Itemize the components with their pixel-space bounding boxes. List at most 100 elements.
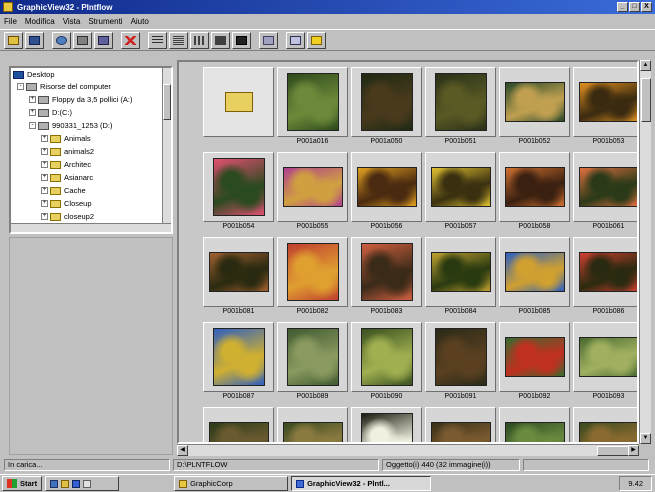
image-thumbnail[interactable]: P001b082: [277, 237, 348, 315]
image-thumbnail[interactable]: P001b083: [351, 237, 422, 315]
task-graphiccorp[interactable]: GraphicCorp: [174, 476, 289, 491]
tree-item-cache[interactable]: + Cache: [41, 185, 86, 196]
image-thumbnail[interactable]: P001b055: [277, 152, 348, 230]
tree-item-closeup[interactable]: + Closeup: [41, 198, 92, 209]
image-thumbnail[interactable]: P001b053: [573, 67, 637, 145]
tree-item-computer[interactable]: - Risorse del computer: [17, 81, 111, 92]
collapse-toggle[interactable]: -: [29, 122, 36, 129]
tree-item-architec[interactable]: + Architec: [41, 159, 91, 170]
ie-icon[interactable]: [72, 479, 81, 488]
zoom-button[interactable]: [52, 31, 71, 49]
tree-item-drive-d[interactable]: - 990331_1253 (D:): [29, 120, 112, 131]
image-thumbnail[interactable]: P001b091: [425, 322, 496, 400]
image-thumbnail[interactable]: P001b057: [425, 152, 496, 230]
scroll-left-button[interactable]: ◀: [177, 445, 188, 456]
minimize-button[interactable]: _: [617, 2, 628, 12]
sort-button[interactable]: [148, 31, 167, 49]
expand-toggle[interactable]: +: [29, 96, 36, 103]
image-thumbnail[interactable]: [425, 407, 496, 442]
explorer-icon[interactable]: [61, 479, 70, 488]
desktop-icon[interactable]: [50, 479, 59, 488]
scroll-down-button[interactable]: ▼: [640, 433, 651, 444]
tree-horizontal-scrollbar[interactable]: [11, 223, 171, 232]
tree-item-desktop[interactable]: Desktop: [13, 69, 55, 80]
image-thumbnail[interactable]: P001b093: [573, 322, 637, 400]
sort-icon: [152, 35, 163, 45]
expand-toggle[interactable]: +: [41, 174, 48, 181]
expand-toggle[interactable]: +: [41, 135, 48, 142]
details-view-button[interactable]: [169, 31, 188, 49]
image-thumbnail[interactable]: [351, 407, 422, 442]
expand-toggle[interactable]: +: [41, 148, 48, 155]
list-view-button[interactable]: [190, 31, 209, 49]
expand-toggle[interactable]: +: [29, 109, 36, 116]
image-thumbnail[interactable]: P001b054: [203, 152, 274, 230]
open-button[interactable]: [4, 31, 23, 49]
slideshow-button[interactable]: [259, 31, 278, 49]
image-thumbnail[interactable]: P001b084: [425, 237, 496, 315]
image-thumbnail[interactable]: [277, 407, 348, 442]
thumbnail-frame: [277, 237, 348, 307]
expand-toggle[interactable]: +: [41, 213, 48, 220]
large-icons-button[interactable]: [232, 31, 251, 49]
task-graphicview[interactable]: GraphicView32 - Plntl...: [291, 476, 432, 491]
folder-tree[interactable]: Desktop - Risorse del computer + Floppy …: [9, 66, 173, 234]
image-thumbnail[interactable]: P001a016: [277, 67, 348, 145]
scroll-up-button[interactable]: ▲: [640, 60, 651, 71]
menu-aiuto[interactable]: Aiuto: [131, 17, 149, 26]
image-thumbnail[interactable]: P001b092: [499, 322, 570, 400]
mail-icon[interactable]: [83, 479, 92, 488]
expand-toggle[interactable]: +: [41, 200, 48, 207]
start-button[interactable]: Start: [2, 476, 43, 491]
scroll-right-button[interactable]: ▶: [628, 445, 639, 456]
tree-item-drive-c[interactable]: + D:(C:): [29, 107, 72, 118]
tree-item-animals[interactable]: + Animals: [41, 133, 91, 144]
image-thumbnail[interactable]: [573, 407, 637, 442]
thumbnail-grid[interactable]: P001a016 P001a050 P001b051 P001b052 P001b053…: [177, 60, 639, 444]
image-thumbnail[interactable]: P001b089: [277, 322, 348, 400]
small-icons-button[interactable]: [211, 31, 230, 49]
image-thumbnail[interactable]: P001b061: [573, 152, 637, 230]
menu-modifica[interactable]: Modifica: [25, 17, 55, 26]
tree-item-floppy[interactable]: + Floppy da 3,5 pollici (A:): [29, 94, 132, 105]
grid-scroll-thumb[interactable]: [641, 78, 651, 122]
thumbnail-frame: [573, 407, 637, 442]
image-thumbnail[interactable]: P001b052: [499, 67, 570, 145]
maximize-button[interactable]: □: [629, 2, 640, 12]
collapse-toggle[interactable]: -: [17, 83, 24, 90]
delete-button[interactable]: [121, 31, 140, 49]
image-thumbnail[interactable]: P001b081: [203, 237, 274, 315]
image-thumbnail[interactable]: P001b085: [499, 237, 570, 315]
close-button[interactable]: X: [641, 2, 652, 12]
image-thumbnail[interactable]: [203, 407, 274, 442]
browse-button[interactable]: [25, 31, 44, 49]
grid-vertical-scrollbar[interactable]: ▲ ▼: [639, 60, 651, 444]
tree-item-closeup2[interactable]: + closeup2: [41, 211, 94, 222]
image-thumbnail[interactable]: [499, 407, 570, 442]
image-thumbnail[interactable]: P001b051: [425, 67, 496, 145]
image-thumbnail[interactable]: P001b090: [351, 322, 422, 400]
expand-toggle[interactable]: +: [41, 187, 48, 194]
properties-button[interactable]: [286, 31, 305, 49]
grid-horizontal-scrollbar[interactable]: ◀ ▶: [177, 444, 639, 456]
image-thumbnail[interactable]: P001b056: [351, 152, 422, 230]
quick-launch: [45, 476, 120, 491]
tree-item-animals2[interactable]: + animals2: [41, 146, 94, 157]
menu-file[interactable]: File: [4, 17, 17, 26]
expand-toggle[interactable]: +: [41, 161, 48, 168]
print-button[interactable]: [73, 31, 92, 49]
tree-vertical-scrollbar[interactable]: [162, 68, 171, 232]
grid-hscroll-thumb[interactable]: [597, 446, 631, 456]
tree-scroll-thumb[interactable]: [163, 84, 171, 120]
tree-item-asianarc[interactable]: + Asianarc: [41, 172, 93, 183]
scan-button[interactable]: [94, 31, 113, 49]
menu-strumenti[interactable]: Strumenti: [88, 17, 122, 26]
help-button[interactable]: [307, 31, 326, 49]
menu-vista[interactable]: Vista: [63, 17, 81, 26]
image-thumbnail[interactable]: P001b086: [573, 237, 637, 315]
image-thumbnail[interactable]: P001a050: [351, 67, 422, 145]
image-thumbnail[interactable]: P001b058: [499, 152, 570, 230]
image-thumbnail[interactable]: P001b087: [203, 322, 274, 400]
tree-item-label: animals2: [64, 147, 95, 156]
folder-thumbnail[interactable]: [203, 67, 274, 145]
